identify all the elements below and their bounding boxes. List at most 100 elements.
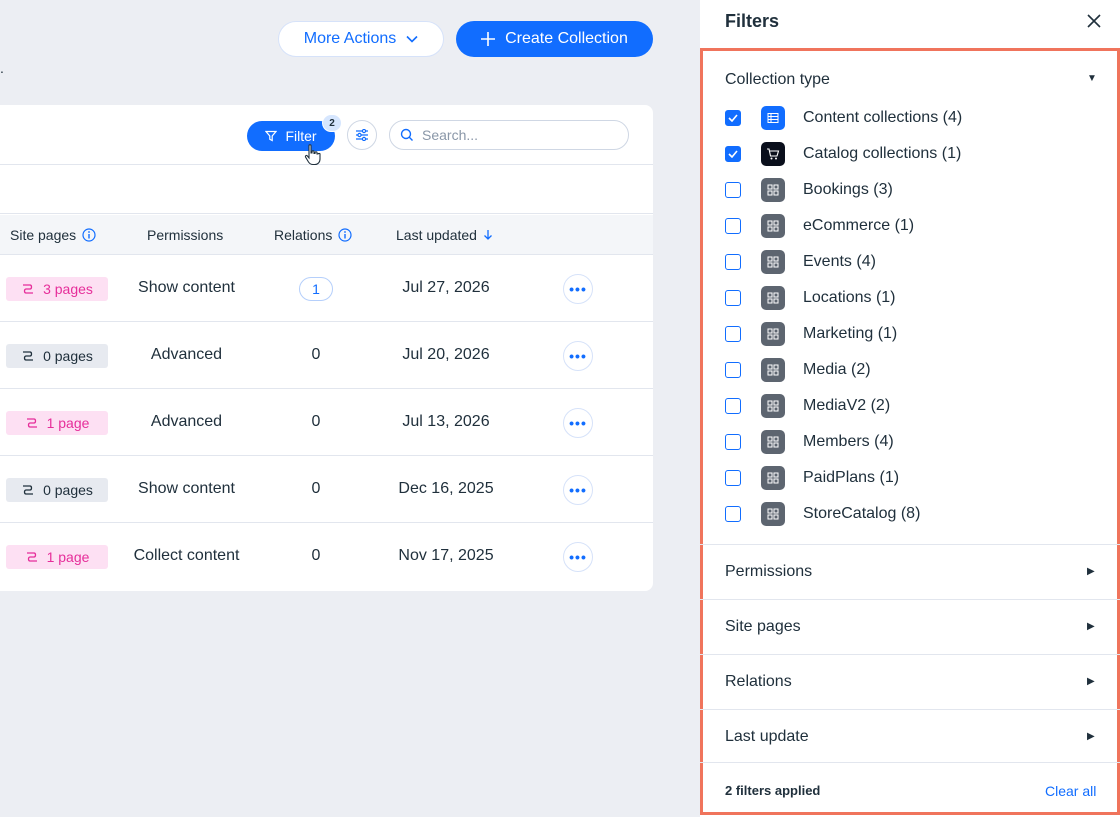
route-icon [26,552,37,562]
filter-option[interactable]: PaidPlans (1) [725,466,900,490]
hand-cursor-icon [304,144,321,166]
column-site-pages[interactable]: Site pages [10,227,96,243]
table-row[interactable]: 0 pages Show content 0 Dec 16, 2025 ••• [0,456,653,523]
section-divider [700,709,1120,710]
app-icon [761,502,785,526]
checkbox[interactable] [725,434,741,450]
site-pages-count: 0 pages [43,348,93,364]
site-pages-count: 1 page [46,549,90,565]
route-icon [26,418,37,428]
site-pages-count: 0 pages [43,482,93,498]
row-more-actions-button[interactable]: ••• [563,542,593,572]
column-last-updated[interactable]: Last updated [396,227,493,243]
table-row[interactable]: 1 page Advanced 0 Jul 13, 2026 ••• [0,389,653,456]
relations-count-pill[interactable]: 1 [299,277,333,301]
table-row[interactable]: 3 pages Show content 1 Jul 27, 2026 ••• [0,255,653,322]
filter-section-header[interactable]: Last update [725,728,809,746]
search-field[interactable] [389,120,629,150]
table-header: Site pages Permissions Relations Last up… [0,215,653,255]
close-icon[interactable] [1085,12,1103,30]
permissions-cell: Show content [138,480,235,497]
search-input[interactable] [422,127,602,143]
row-more-actions-button[interactable]: ••• [563,341,593,371]
sliders-icon [356,129,368,141]
checkbox[interactable] [725,326,741,342]
more-actions-button[interactable]: More Actions [278,21,444,57]
filter-option[interactable]: Events (4) [725,250,876,274]
filter-section-header[interactable]: Site pages [725,618,801,636]
app-icon [761,250,785,274]
relations-cell: 0 [311,346,321,363]
relations-cell: 0 [311,413,321,430]
checkbox[interactable] [725,506,741,522]
column-site-pages-label: Site pages [10,227,77,243]
app-icon [761,322,785,346]
table-toolbar: Filter 2 [0,105,653,165]
filter-option[interactable]: MediaV2 (2) [725,394,890,418]
checkbox[interactable] [725,218,741,234]
row-more-actions-button[interactable]: ••• [563,408,593,438]
table-row[interactable]: 1 page Collect content 0 Nov 17, 2025 ••• [0,523,653,590]
caret-right-icon[interactable]: ▶ [1087,676,1095,687]
site-pages-badge: 1 page [6,411,108,435]
filter-option[interactable]: Marketing (1) [725,322,898,346]
site-pages-badge: 0 pages [6,478,108,502]
filter-option[interactable]: Bookings (3) [725,178,893,202]
section-collection-type[interactable]: Collection type [725,71,830,89]
row-more-actions-button[interactable]: ••• [563,274,593,304]
filter-section-header[interactable]: Relations [725,673,792,691]
column-permissions[interactable]: Permissions [147,227,223,243]
column-permissions-label: Permissions [147,227,224,243]
column-relations[interactable]: Relations [274,227,352,243]
filter-option-label: PaidPlans (1) [803,469,900,486]
relations-cell: 0 [311,547,321,564]
footer-divider [700,762,1120,763]
permissions-cell: Collect content [133,547,240,564]
caret-right-icon[interactable]: ▶ [1087,731,1095,742]
clear-all-link[interactable]: Clear all [1045,783,1096,799]
last-updated-cell: Jul 27, 2026 [402,279,490,296]
caret-right-icon[interactable]: ▶ [1087,566,1095,577]
filter-option-label: Members (4) [803,433,894,450]
filter-option-label: StoreCatalog (8) [803,505,921,522]
funnel-icon [265,130,278,142]
checkbox[interactable] [725,362,741,378]
app-icon [761,286,785,310]
checkbox[interactable] [725,146,741,162]
create-collection-label: Create Collection [505,30,628,47]
checkbox[interactable] [725,182,741,198]
last-updated-cell: Jul 20, 2026 [402,346,490,363]
checkbox[interactable] [725,398,741,414]
caret-right-icon[interactable]: ▶ [1087,621,1095,632]
filter-option[interactable]: StoreCatalog (8) [725,502,921,526]
filter-option[interactable]: Catalog collections (1) [725,142,961,166]
app-icon [761,430,785,454]
collections-table-card: Filter 2 Site pages Permissions Relation… [0,105,653,591]
search-icon [400,128,413,141]
filter-option[interactable]: Locations (1) [725,286,896,310]
section-divider [700,654,1120,655]
table-subheader [0,166,653,214]
create-collection-button[interactable]: Create Collection [456,21,653,57]
filter-option[interactable]: Members (4) [725,430,894,454]
filters-panel: Filters Collection type ▼ Content collec… [700,0,1120,817]
table-row[interactable]: 0 pages Advanced 0 Jul 20, 2026 ••• [0,322,653,389]
filter-option-label: eCommerce (1) [803,217,915,234]
checkbox[interactable] [725,470,741,486]
row-more-actions-button[interactable]: ••• [563,475,593,505]
filter-option[interactable]: Content collections (4) [725,106,962,130]
filter-option-label: Bookings (3) [803,181,893,198]
info-icon[interactable] [338,228,352,242]
info-icon[interactable] [82,228,96,242]
checkbox[interactable] [725,290,741,306]
filter-option[interactable]: Media (2) [725,358,871,382]
column-settings-button[interactable] [347,120,377,150]
last-updated-cell: Nov 17, 2025 [398,547,494,564]
cart-icon [761,142,785,166]
checkbox[interactable] [725,110,741,126]
checkbox[interactable] [725,254,741,270]
filter-section-header[interactable]: Permissions [725,563,812,581]
filter-option[interactable]: eCommerce (1) [725,214,915,238]
filter-option-label: Marketing (1) [803,325,898,342]
caret-down-icon[interactable]: ▼ [1087,73,1097,84]
